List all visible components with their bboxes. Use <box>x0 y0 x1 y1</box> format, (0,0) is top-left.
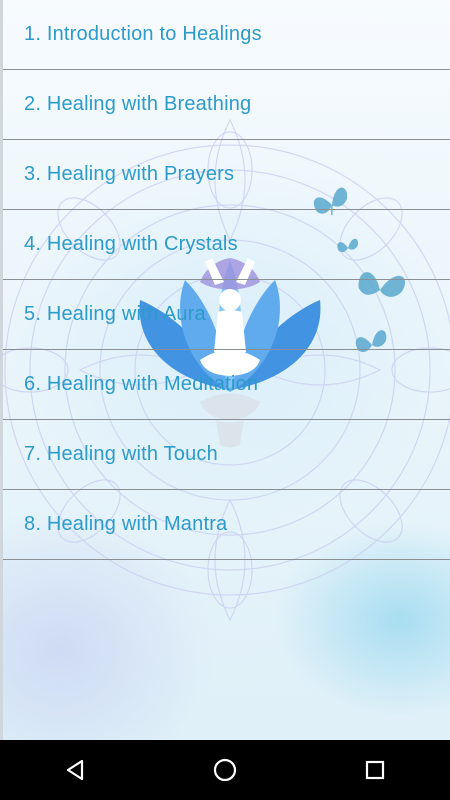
list-item-introduction[interactable]: 1. Introduction to Healings <box>3 0 450 70</box>
list-item-label: 6. Healing with Meditation <box>24 373 259 395</box>
list-item-mantra[interactable]: 8. Healing with Mantra <box>3 490 450 560</box>
app-screen: 1. Introduction to Healings 2. Healing w… <box>0 0 450 740</box>
back-button[interactable] <box>45 740 105 800</box>
list-item-aura[interactable]: 5. Healing with Aura <box>3 280 450 350</box>
list-item-label: 3. Healing with Prayers <box>24 163 235 185</box>
list-item-breathing[interactable]: 2. Healing with Breathing <box>3 70 450 140</box>
list-item-crystals[interactable]: 4. Healing with Crystals <box>3 210 450 280</box>
list-item-prayers[interactable]: 3. Healing with Prayers <box>3 140 450 210</box>
list-item-meditation[interactable]: 6. Healing with Meditation <box>3 350 450 420</box>
healing-topics-list: 1. Introduction to Healings 2. Healing w… <box>3 0 450 560</box>
list-item-touch[interactable]: 7. Healing with Touch <box>3 420 450 490</box>
home-button[interactable] <box>195 740 255 800</box>
system-navigation-bar <box>0 740 450 800</box>
list-item-label: 2. Healing with Breathing <box>24 93 252 115</box>
recents-button[interactable] <box>345 740 405 800</box>
list-item-label: 5. Healing with Aura <box>24 303 206 325</box>
recents-square-icon <box>365 760 385 780</box>
back-triangle-icon <box>66 759 84 781</box>
list-item-label: 8. Healing with Mantra <box>24 513 228 535</box>
home-circle-icon <box>213 758 237 782</box>
list-item-label: 4. Healing with Crystals <box>24 233 238 255</box>
list-item-label: 7. Healing with Touch <box>24 443 218 465</box>
list-item-label: 1. Introduction to Healings <box>24 23 262 45</box>
